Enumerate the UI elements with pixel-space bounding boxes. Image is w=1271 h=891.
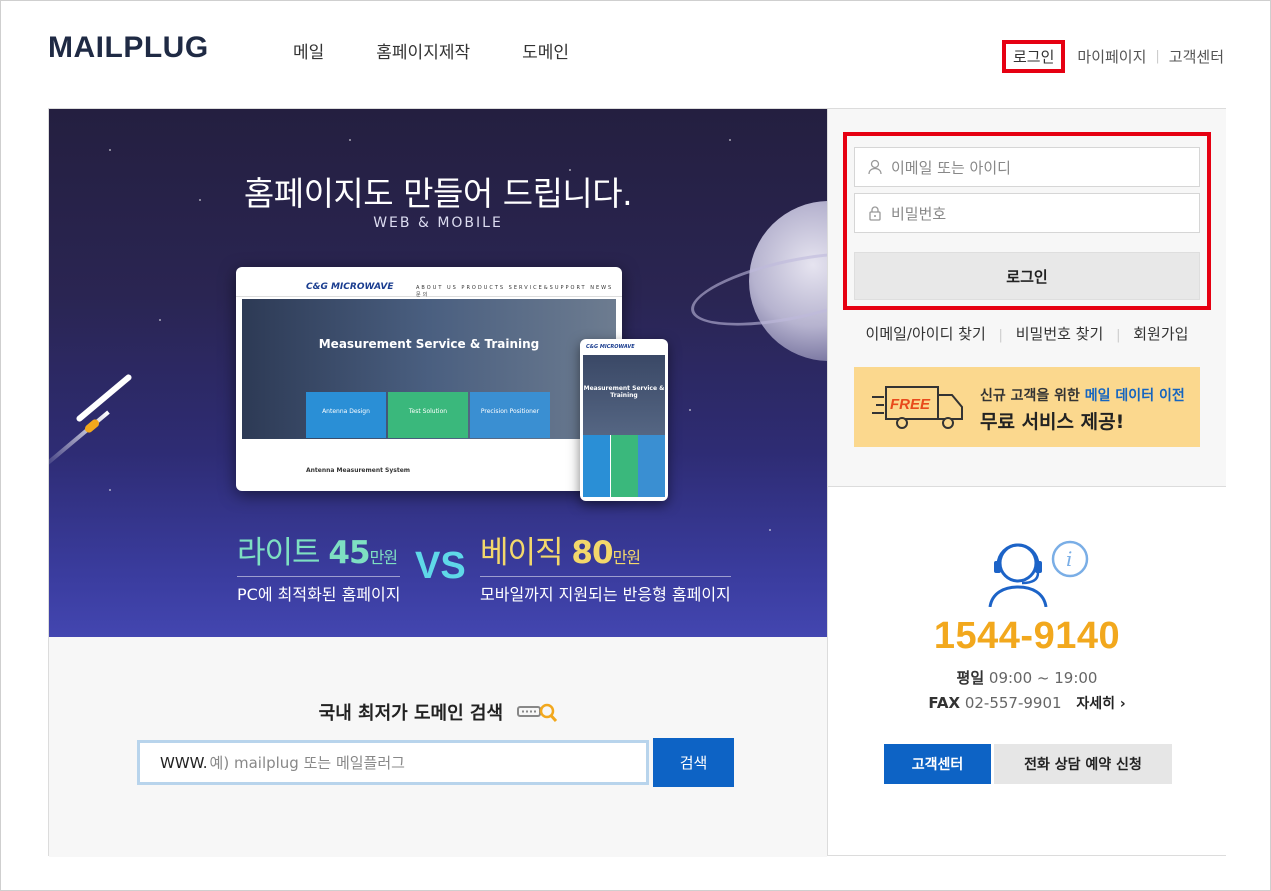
domain-search-button[interactable]: 검색 (653, 738, 734, 787)
util-login-link[interactable]: 로그인 (1001, 40, 1066, 73)
login-button[interactable]: 로그인 (854, 252, 1200, 300)
svg-text:i: i (1066, 547, 1072, 571)
promo-line1-highlight: 메일 데이터 이전 (1084, 388, 1185, 404)
hours-value: 09:00 ~ 19:00 (988, 669, 1098, 687)
banner-title: 홈페이지도 만들어 드립니다. (243, 174, 633, 213)
lock-icon (867, 205, 883, 221)
mock-box: Precision Positioner (470, 392, 550, 438)
headset-agent-icon: i (980, 535, 1092, 611)
account-links: 이메일/아이디 찾기 | 비밀번호 찾기 | 회원가입 (828, 323, 1226, 344)
domain-prefix: WWW. (160, 753, 208, 772)
util-support-link[interactable]: 고객센터 (1169, 46, 1224, 67)
domain-search-icon (517, 701, 558, 728)
mock-box: Antenna Design (306, 392, 386, 438)
promo-line2: 무료 서비스 제공! (980, 411, 1125, 433)
plan-lite-unit: 만원 (369, 548, 398, 567)
password-placeholder: 비밀번호 (891, 204, 947, 223)
banner-subtitle: WEB & MOBILE (373, 215, 503, 231)
divider: | (1116, 328, 1121, 343)
nav-mail[interactable]: 메일 (293, 38, 324, 63)
free-migration-banner[interactable]: FREE 신규 고객을 위한 메일 데이터 이전 무료 서비스 제공! (854, 367, 1200, 447)
promo-line1: 신규 고객을 위한 메일 데이터 이전 (980, 385, 1185, 405)
find-id-link[interactable]: 이메일/아이디 찾기 (866, 325, 986, 343)
main-nav: 메일 홈페이지제작 도메인 (293, 38, 621, 63)
nav-domain[interactable]: 도메인 (522, 38, 569, 63)
login-panel: 이메일 또는 아이디 비밀번호 로그인 이메일/아이디 찾기 | 비밀번호 찾기… (828, 109, 1226, 487)
signup-link[interactable]: 회원가입 (1133, 325, 1188, 343)
user-icon (867, 159, 883, 175)
vs-label: VS (415, 545, 466, 587)
star (109, 489, 111, 491)
mock-menu: ABOUT US PRODUCTS SERVICE&SUPPORT NEWS 문… (416, 285, 614, 298)
side-column: 이메일 또는 아이디 비밀번호 로그인 이메일/아이디 찾기 | 비밀번호 찾기… (827, 109, 1226, 855)
plan-lite-desc: PC에 최적화된 홈페이지 (237, 576, 401, 605)
customer-support-section: i 1544-9140 평일 09:00 ~ 19:00 FAX 02-557-… (828, 487, 1226, 855)
mock-feature-boxes: Antenna Design Test Solution Precision P… (306, 392, 552, 438)
mock-logo: C&G MICROWAVE (306, 282, 394, 292)
domain-search-section: 국내 최저가 도메인 검색 WWW. 예) mailplug 또는 메일플러그 … (49, 637, 827, 857)
plan-basic-unit: 만원 (612, 548, 641, 567)
mock-phone-hero: Measurement Service & Training (583, 355, 665, 435)
star (769, 529, 771, 531)
logo[interactable]: MAILPLUG (48, 31, 209, 65)
id-placeholder: 이메일 또는 아이디 (891, 158, 1011, 177)
domain-search-title-text: 국내 최저가 도메인 검색 (318, 703, 504, 724)
divider: | (1155, 49, 1160, 64)
plan-basic: 베이직 80만원 모바일까지 지원되는 반응형 홈페이지 (480, 527, 731, 605)
mock-box (638, 435, 665, 497)
domain-placeholder: 예) mailplug 또는 메일플러그 (209, 754, 405, 772)
star (159, 319, 161, 321)
plan-basic-price: 80 (571, 535, 613, 571)
mock-hero-text: Measurement Service & Training (318, 337, 540, 351)
free-badge: FREE (890, 396, 931, 413)
mock-box (610, 435, 638, 497)
divider: | (998, 328, 1003, 343)
star (109, 149, 111, 151)
mock-footer-text: Antenna Measurement System (306, 467, 411, 474)
find-password-link[interactable]: 비밀번호 찾기 (1016, 325, 1104, 343)
fax-value: 02-557-9901 (964, 694, 1062, 712)
star (349, 139, 351, 141)
plan-lite-price: 45 (328, 535, 370, 571)
star (689, 409, 691, 411)
support-fax: FAX 02-557-9901 자세히 › (828, 693, 1226, 713)
fax-label: FAX (928, 694, 961, 712)
domain-search-input[interactable]: WWW. 예) mailplug 또는 메일플러그 (137, 740, 649, 785)
mock-box (583, 435, 610, 497)
util-mypage-link[interactable]: 마이페이지 (1077, 46, 1146, 67)
plan-basic-name: 베이직 (480, 535, 564, 571)
promo-line1-prefix: 신규 고객을 위한 (980, 388, 1080, 404)
main-content: 홈페이지도 만들어 드립니다. WEB & MOBILE C&G MICROWA… (48, 108, 1226, 857)
support-hours: 평일 09:00 ~ 19:00 (828, 667, 1226, 688)
plan-lite: 라이트 45만원 PC에 최적화된 홈페이지 (237, 527, 401, 605)
mock-phone-logo: C&G MICROWAVE (586, 344, 635, 350)
support-center-button[interactable]: 고객센터 (884, 744, 991, 784)
rocket-flame (83, 417, 101, 435)
truck-icon: FREE (870, 381, 966, 437)
more-link[interactable]: 자세히 › (1076, 696, 1125, 712)
id-input[interactable]: 이메일 또는 아이디 (854, 147, 1200, 187)
utility-menu: 로그인 마이페이지 | 고객센터 (1001, 40, 1224, 73)
plan-basic-desc: 모바일까지 지원되는 반응형 홈페이지 (480, 576, 731, 605)
password-input[interactable]: 비밀번호 (854, 193, 1200, 233)
support-phone-number: 1544-9140 (933, 615, 1121, 657)
call-reservation-button[interactable]: 전화 상담 예약 신청 (994, 744, 1172, 784)
mock-box: Test Solution (388, 392, 468, 438)
mock-header: C&G MICROWAVE ABOUT US PRODUCTS SERVICE&… (236, 267, 622, 298)
mock-phone-boxes (583, 435, 666, 497)
domain-search-title: 국내 최저가 도메인 검색 (49, 699, 827, 728)
hours-label: 평일 (956, 669, 985, 687)
plan-lite-name: 라이트 (237, 535, 321, 571)
laptop-mockup: C&G MICROWAVE ABOUT US PRODUCTS SERVICE&… (236, 267, 622, 491)
hero-banner[interactable]: 홈페이지도 만들어 드립니다. WEB & MOBILE C&G MICROWA… (49, 109, 827, 637)
star (729, 139, 731, 141)
nav-homepage[interactable]: 홈페이지제작 (376, 38, 470, 63)
phone-mockup: C&G MICROWAVE Measurement Service & Trai… (580, 339, 668, 501)
